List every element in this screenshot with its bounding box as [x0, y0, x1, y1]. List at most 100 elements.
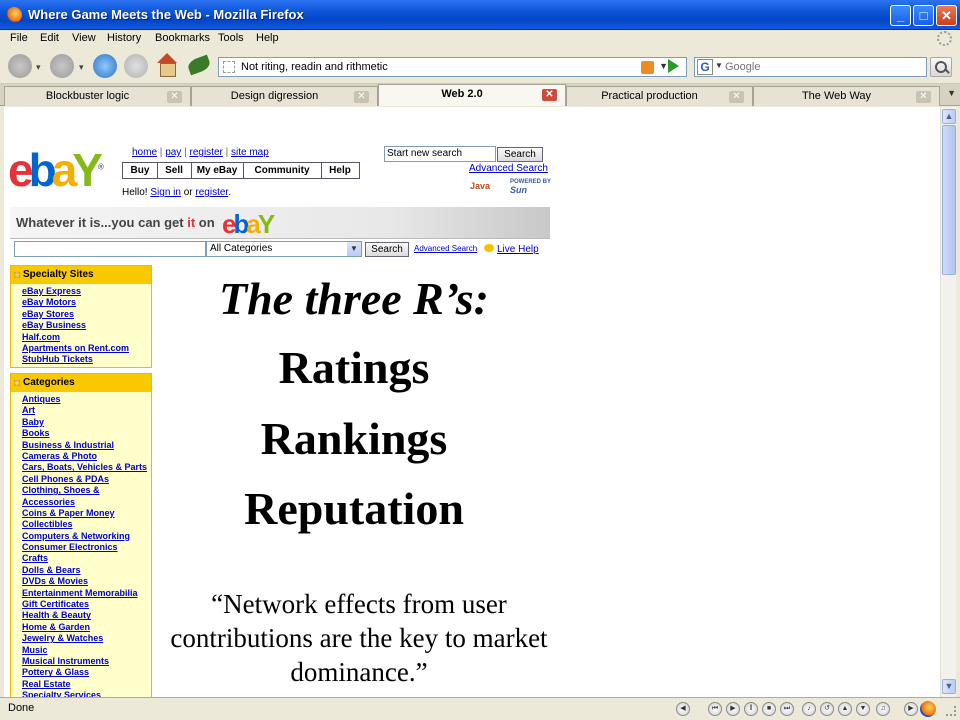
search-bar[interactable]: G ▼ — [694, 57, 927, 77]
close-tab-icon[interactable]: ✕ — [916, 91, 931, 103]
sign-in-link[interactable]: Sign in — [150, 187, 181, 198]
register-link[interactable]: register — [195, 187, 228, 198]
media-forward-icon[interactable]: ▶ — [904, 702, 918, 716]
link-home[interactable]: home — [132, 147, 157, 158]
menu-view[interactable]: View — [72, 32, 96, 44]
close-tab-icon[interactable]: ✕ — [167, 91, 182, 103]
sidebar-link[interactable]: eBay Express — [22, 286, 151, 297]
scroll-thumb[interactable] — [942, 125, 956, 275]
url-bar[interactable]: Not riting, readin and rithmetic ▼ — [218, 57, 687, 77]
tab-design-digression[interactable]: Design digression ✕ — [191, 86, 378, 106]
ebay-top-search-input[interactable]: Start new search — [384, 146, 496, 162]
sidebar-link[interactable]: Musical Instruments — [22, 656, 151, 667]
sidebar-link[interactable]: Half.com — [22, 332, 151, 343]
engine-dropdown-icon[interactable]: ▼ — [715, 61, 723, 70]
close-tab-icon[interactable]: ✕ — [542, 89, 557, 101]
sidebar-link[interactable]: Pottery & Glass — [22, 667, 151, 678]
ebay-tab-help[interactable]: Help — [321, 165, 359, 176]
media-next-icon[interactable]: ⏭ — [780, 702, 794, 716]
resize-grip-icon[interactable] — [946, 706, 956, 716]
home-icon[interactable] — [155, 53, 179, 77]
tab-list-chevron-icon[interactable]: ▼ — [947, 88, 956, 98]
minimize-button[interactable]: _ — [890, 5, 911, 26]
advanced-search-link[interactable]: Advanced Search — [469, 163, 548, 174]
sidebar-link[interactable]: Baby — [22, 417, 151, 428]
menu-edit[interactable]: Edit — [40, 32, 59, 44]
back-arrow-icon[interactable] — [8, 54, 32, 78]
go-arrow-icon[interactable] — [668, 59, 679, 73]
ebay-main-search-button[interactable]: Search — [365, 242, 409, 257]
sidebar-link[interactable]: Dolls & Bears — [22, 565, 151, 576]
sidebar-link[interactable]: Gift Certificates — [22, 599, 151, 610]
sidebar-link[interactable]: Consumer Electronics — [22, 542, 151, 553]
maximize-button[interactable]: □ — [913, 5, 934, 26]
sidebar-link[interactable]: Music — [22, 645, 151, 656]
sidebar-link[interactable]: Books — [22, 428, 151, 439]
vertical-scrollbar[interactable]: ▲ ▼ — [940, 107, 956, 697]
media-prev-icon[interactable]: ⏮ — [708, 702, 722, 716]
tab-blockbuster-logic[interactable]: Blockbuster logic ✕ — [4, 86, 191, 106]
close-tab-icon[interactable]: ✕ — [354, 91, 369, 103]
sidebar-link[interactable]: Collectibles — [22, 519, 151, 530]
back-history-chevron-icon[interactable]: ▾ — [36, 62, 41, 73]
sidebar-link[interactable]: StubHub Tickets — [22, 354, 151, 365]
ebay-tab-community[interactable]: Community — [243, 165, 321, 176]
ebay-tab-my-ebay[interactable]: My eBay — [191, 165, 243, 176]
google-engine-icon[interactable]: G — [697, 59, 713, 75]
ebay-top-search-button[interactable]: Search — [497, 147, 543, 162]
menu-file[interactable]: File — [10, 32, 28, 44]
forward-history-chevron-icon[interactable]: ▾ — [79, 62, 84, 73]
search-input[interactable] — [725, 60, 915, 74]
sidebar-link[interactable]: Entertainment Memorabilia — [22, 588, 151, 599]
link-register[interactable]: register — [189, 147, 222, 158]
sidebar-link[interactable]: Apartments on Rent.com — [22, 343, 151, 354]
window-titlebar[interactable]: Where Game Meets the Web - Mozilla Firef… — [0, 0, 960, 30]
media-rewind-icon[interactable]: ◀ — [676, 702, 690, 716]
sidebar-link[interactable]: Jewelry & Watches — [22, 633, 151, 644]
menu-help[interactable]: Help — [256, 32, 279, 44]
url-dropdown-icon[interactable]: ▼ — [659, 61, 668, 71]
sidebar-link[interactable]: Computers & Networking — [22, 531, 151, 542]
search-magnifier-icon[interactable] — [930, 57, 952, 77]
ebay-tab-buy[interactable]: Buy — [123, 165, 157, 176]
reload-icon[interactable] — [93, 54, 117, 78]
media-play-icon[interactable]: ▶ — [726, 702, 740, 716]
rss-feed-icon[interactable] — [641, 61, 654, 74]
scroll-up-icon[interactable]: ▲ — [942, 109, 956, 124]
media-down-icon[interactable]: ▼ — [856, 702, 870, 716]
sidebar-link[interactable]: DVDs & Movies — [22, 576, 151, 587]
tab-practical-production[interactable]: Practical production ✕ — [566, 86, 753, 106]
advanced-search-small-link[interactable]: Advanced Search — [414, 244, 477, 253]
media-up-icon[interactable]: ▲ — [838, 702, 852, 716]
sidebar-link[interactable]: Crafts — [22, 553, 151, 564]
menu-tools[interactable]: Tools — [218, 32, 244, 44]
sidebar-link[interactable]: Antiques — [22, 394, 151, 405]
url-text[interactable]: Not riting, readin and rithmetic — [241, 61, 388, 73]
sidebar-link[interactable]: Home & Garden — [22, 622, 151, 633]
sidebar-link[interactable]: Cameras & Photo — [22, 451, 151, 462]
media-shuffle-icon[interactable]: ♪ — [802, 702, 816, 716]
sidebar-link[interactable]: eBay Motors — [22, 297, 151, 308]
sidebar-link[interactable]: Accessories — [22, 497, 151, 508]
sidebar-link[interactable]: eBay Business — [22, 320, 151, 331]
ebay-main-search-input[interactable] — [14, 241, 206, 257]
live-help-link[interactable]: Live Help — [484, 244, 539, 255]
link-pay[interactable]: pay — [165, 147, 181, 158]
sidebar-link[interactable]: Business & Industrial — [22, 440, 151, 451]
sidebar-link[interactable]: Health & Beauty — [22, 610, 151, 621]
category-select[interactable]: All Categories ▼ — [206, 241, 362, 257]
ebay-logo[interactable]: ebaY® — [8, 143, 104, 197]
sidebar-link[interactable]: Specialty Services — [22, 690, 151, 697]
link-site-map[interactable]: site map — [231, 147, 269, 158]
close-button[interactable]: ✕ — [936, 5, 957, 26]
tab-web-2-0[interactable]: Web 2.0 ✕ — [378, 84, 566, 106]
chevron-down-icon[interactable]: ▼ — [347, 242, 361, 256]
sidebar-link[interactable]: eBay Stores — [22, 309, 151, 320]
sidebar-link[interactable]: Art — [22, 405, 151, 416]
volume-icon[interactable]: ♫ — [876, 702, 890, 716]
sidebar-link[interactable]: Coins & Paper Money — [22, 508, 151, 519]
ebay-tab-sell[interactable]: Sell — [157, 165, 191, 176]
menu-bookmarks[interactable]: Bookmarks — [155, 32, 210, 44]
scroll-down-icon[interactable]: ▼ — [942, 679, 956, 694]
leaf-addon-icon[interactable] — [186, 54, 212, 76]
